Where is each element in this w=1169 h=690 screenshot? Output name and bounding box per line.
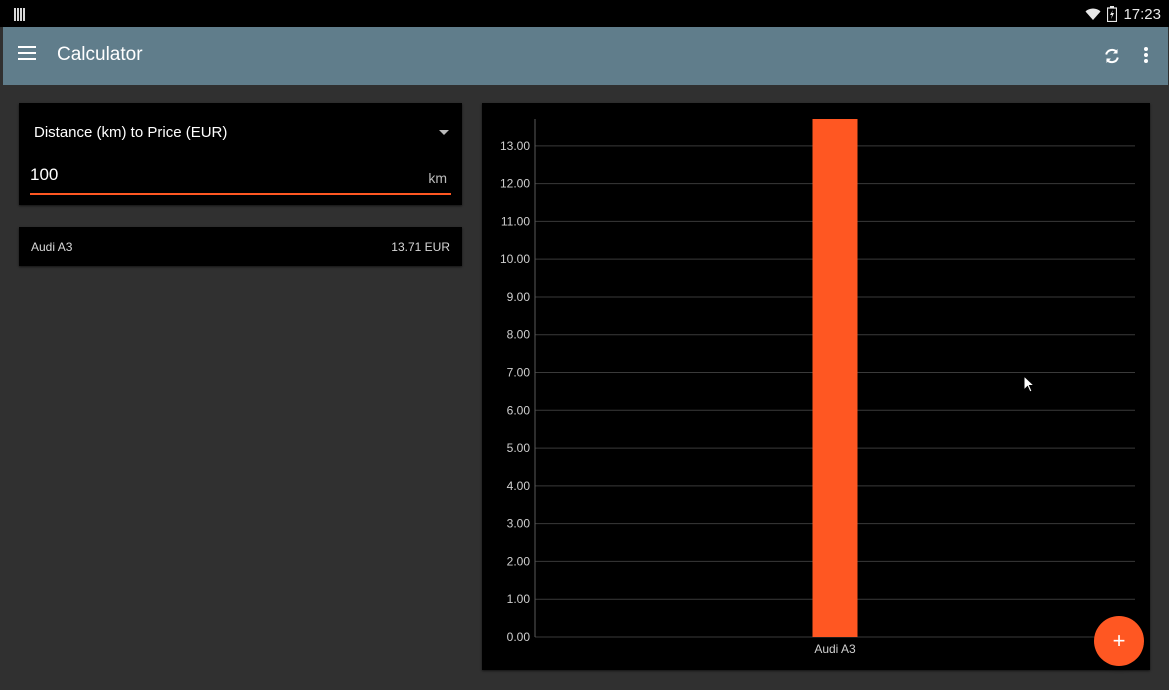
result-list-item[interactable]: Audi A3 13.71 EUR — [19, 227, 462, 266]
refresh-icon[interactable] — [1102, 46, 1122, 66]
y-tick-label: 6.00 — [507, 403, 531, 417]
battery-charging-icon — [1107, 6, 1118, 22]
y-tick-label: 1.00 — [507, 592, 531, 606]
distance-input[interactable]: 100 km — [30, 161, 451, 195]
y-tick-label: 3.00 — [507, 517, 531, 531]
x-tick-label: Audi A3 — [814, 642, 856, 656]
wifi-icon — [1085, 8, 1101, 20]
bar — [812, 119, 858, 637]
status-bar: 17:23 — [0, 0, 1169, 27]
notification-icon — [14, 8, 25, 21]
app-title: Calculator — [57, 44, 143, 65]
more-vert-icon[interactable] — [1141, 46, 1151, 66]
add-button[interactable]: + — [1094, 616, 1144, 666]
y-tick-label: 10.00 — [500, 252, 530, 266]
hamburger-menu-icon[interactable] — [18, 46, 38, 66]
conversion-mode-dropdown[interactable]: Distance (km) to Price (EUR) — [19, 103, 462, 158]
car-price: 13.71 EUR — [391, 240, 450, 254]
y-tick-label: 0.00 — [507, 630, 531, 644]
y-tick-label: 2.00 — [507, 554, 531, 568]
conversion-mode-label: Distance (km) to Price (EUR) — [34, 124, 228, 141]
y-tick-label: 8.00 — [507, 328, 531, 342]
y-tick-label: 9.00 — [507, 290, 531, 304]
y-tick-label: 11.00 — [501, 214, 530, 228]
app-bar: Calculator — [3, 27, 1168, 85]
add-icon: + — [1112, 628, 1126, 653]
chevron-down-icon — [439, 130, 449, 135]
mouse-cursor-icon — [1023, 375, 1036, 393]
y-tick-label: 13.00 — [500, 139, 530, 153]
bar-chart: 0.00 1.00 2.00 3.00 4.00 5.00 6.00 7.00 8.00 9.00… — [500, 119, 1135, 656]
distance-input-unit: km — [428, 170, 447, 186]
y-tick-label: 12.00 — [500, 177, 530, 191]
distance-input-value: 100 — [30, 165, 59, 184]
y-tick-label: 5.00 — [507, 441, 531, 455]
status-time: 17:23 — [1123, 5, 1161, 23]
converter-card: Distance (km) to Price (EUR) 100 km — [19, 103, 462, 205]
y-tick-label: 7.00 — [507, 366, 531, 380]
chart-card: 0.00 1.00 2.00 3.00 4.00 5.00 6.00 7.00 8.00 9.00… — [482, 103, 1150, 670]
car-name: Audi A3 — [31, 240, 73, 254]
y-tick-label: 4.00 — [507, 479, 531, 493]
